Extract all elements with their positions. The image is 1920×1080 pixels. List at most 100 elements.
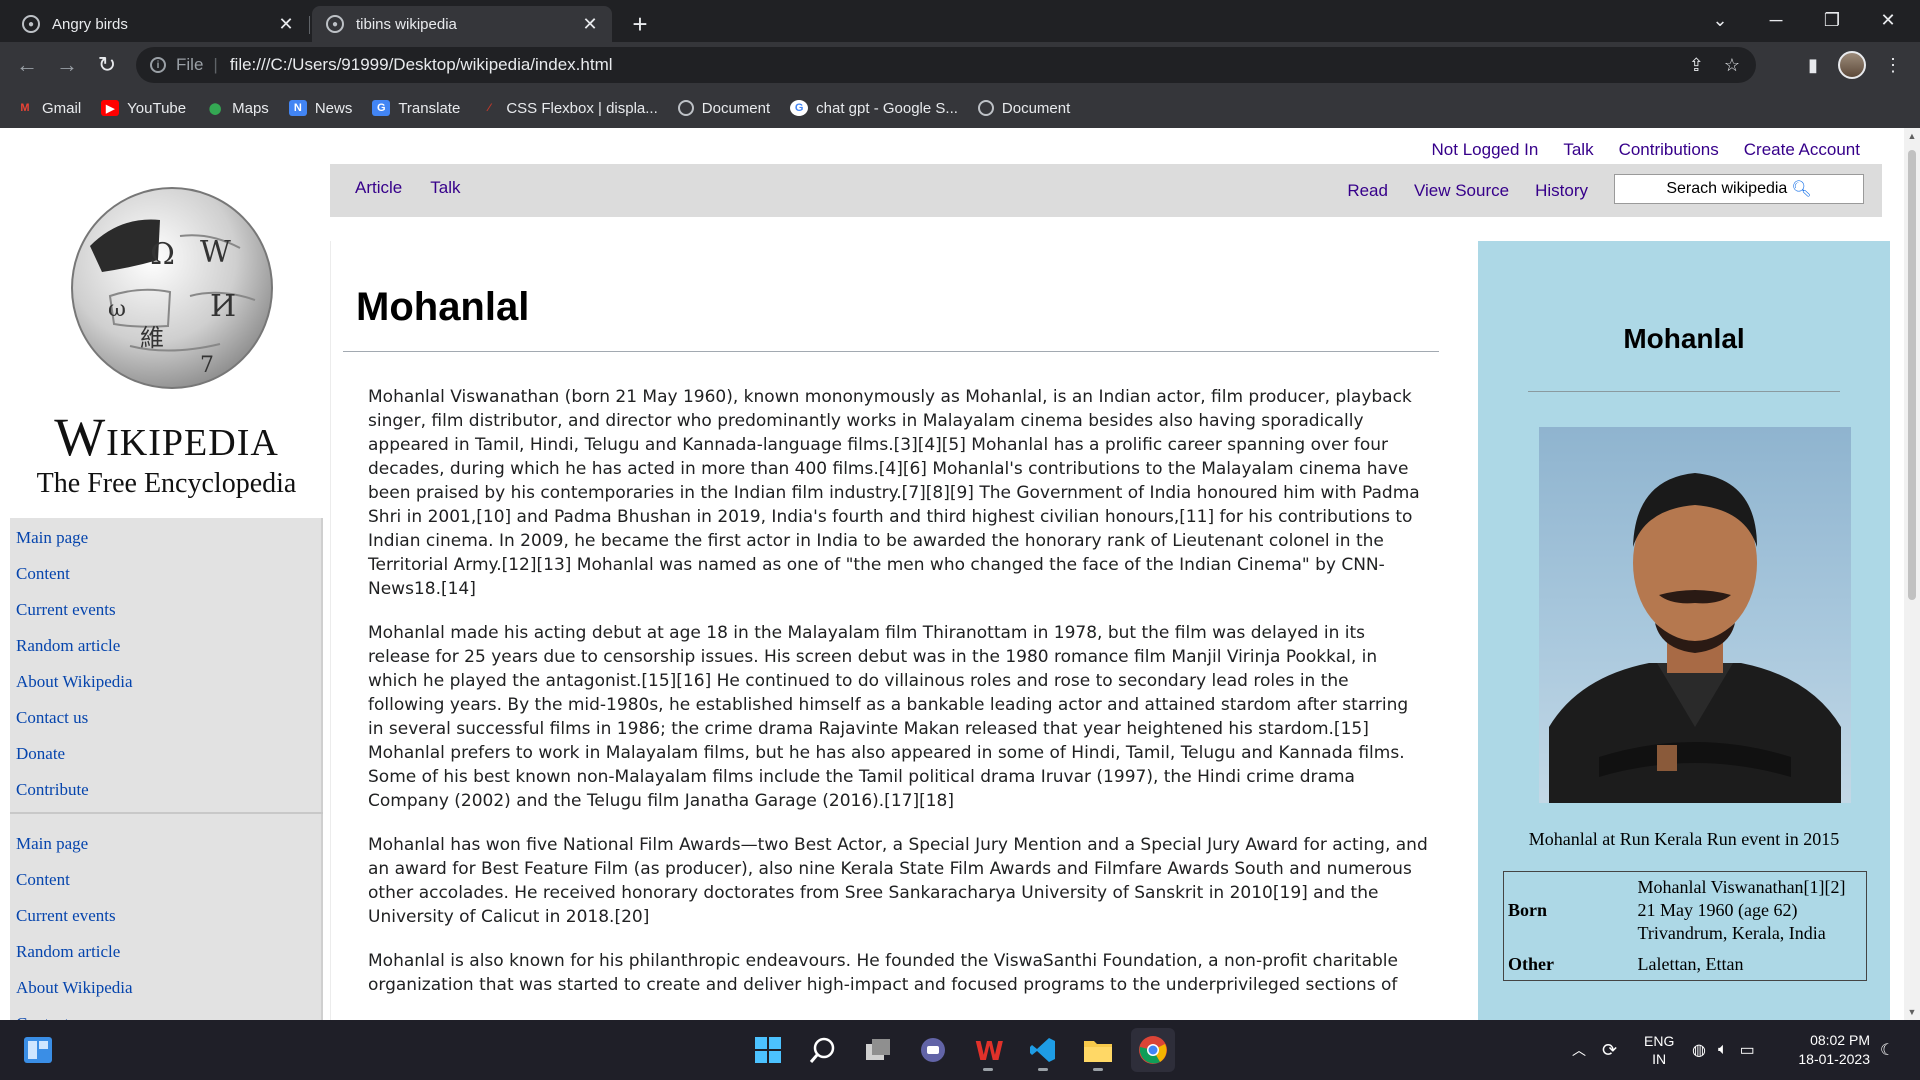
tab-article[interactable]: Article (355, 178, 402, 198)
bookmark-maps[interactable]: ⬤ Maps (206, 100, 269, 117)
globe-icon: ● (22, 15, 40, 33)
talk-link[interactable]: Talk (1563, 140, 1593, 160)
scrollbar-thumb[interactable] (1908, 150, 1916, 600)
reload-button[interactable]: ↻ (92, 50, 122, 80)
battery-icon: ▭ (1739, 1042, 1755, 1059)
profile-avatar[interactable] (1838, 51, 1866, 79)
css-icon: ⁄ (488, 102, 491, 114)
minimize-button[interactable]: ─ (1748, 0, 1804, 40)
sidebar-link-current-events[interactable]: Current events (16, 592, 316, 628)
task-view-icon[interactable] (856, 1028, 900, 1072)
bookmark-css-flexbox[interactable]: ⁄ CSS Flexbox | displa... (480, 100, 657, 117)
wps-office-icon[interactable]: W (966, 1028, 1010, 1072)
sidebar-link-donate[interactable]: Donate (16, 736, 316, 772)
menu-icon[interactable]: ⋮ (1878, 50, 1908, 80)
sidebar-nav-primary: Main page Content Current events Random … (16, 520, 316, 808)
address-bar[interactable]: i File | file:///C:/Users/91999/Desktop/… (136, 47, 1756, 83)
sidebar-link-contribute[interactable]: Contribute (16, 772, 316, 808)
infobox-value: Mohanlal Viswanathan[1][2] 21 May 1960 (… (1637, 877, 1846, 943)
infobox: Mohanlal Mohanlal at Run Kerala Run even… (1478, 241, 1890, 1020)
article-paragraph: Mohanlal has won five National Film Awar… (368, 835, 1428, 927)
sidebar-link-contact-us[interactable]: Contact us (16, 700, 316, 736)
infobox-title: Mohanlal (1623, 323, 1745, 354)
share-icon[interactable]: ⇪ (1689, 55, 1704, 76)
not-logged-in-link[interactable]: Not Logged In (1432, 140, 1539, 160)
show-hidden-icons[interactable]: ︿ (1572, 1020, 1586, 1080)
teams-chat-icon[interactable] (911, 1028, 955, 1072)
site-info-icon[interactable]: i (150, 57, 166, 73)
bookmark-document[interactable]: Document (977, 100, 1070, 117)
globe-icon (977, 100, 994, 116)
restore-button[interactable]: ❐ (1804, 0, 1860, 40)
bookmark-star-icon[interactable]: ☆ (1724, 55, 1740, 76)
logo[interactable]: Ω W И 維 7 ω Wikipedia The Free Encyclope… (10, 128, 323, 518)
contributions-link[interactable]: Contributions (1619, 140, 1719, 160)
side-panel-icon[interactable]: ▮ (1798, 50, 1828, 80)
bookmark-chat-gpt[interactable]: Gchat gpt - Google S... (790, 100, 958, 117)
title-divider (343, 351, 1439, 352)
tab-history[interactable]: History (1535, 181, 1588, 201)
scroll-up-icon[interactable]: ▲ (1904, 128, 1920, 144)
vscode-icon[interactable] (1021, 1028, 1065, 1072)
left-sidebar: Ω W И 維 7 ω Wikipedia The Free Encyclope… (10, 128, 323, 1020)
bookmark-document[interactable]: Document (677, 100, 770, 117)
scroll-down-icon[interactable]: ▼ (1904, 1004, 1920, 1020)
person-portrait (1549, 473, 1841, 803)
tab-read[interactable]: Read (1347, 181, 1388, 201)
sidebar-link-random-article[interactable]: Random article (16, 934, 316, 970)
infobox-value: Lalettan, Ettan (1637, 954, 1744, 974)
close-window-button[interactable]: ✕ (1860, 0, 1916, 40)
page-viewport: Ω W И 維 7 ω Wikipedia The Free Encyclope… (0, 128, 1904, 1020)
tab-strip: ● Angry birds ✕ ● tibins wikipedia ✕ + ⌄… (0, 0, 1920, 42)
article-paragraph: Mohanlal is also known for his philanthr… (368, 951, 1398, 995)
sidebar-link-main-page[interactable]: Main page (16, 520, 316, 556)
widgets-icon[interactable] (16, 1028, 60, 1072)
sidebar-link-content[interactable]: Content (16, 862, 316, 898)
bookmark-news[interactable]: N News (288, 100, 352, 117)
close-tab-icon[interactable]: ✕ (580, 14, 600, 35)
forward-button[interactable]: → (52, 50, 82, 80)
back-button[interactable]: ← (12, 50, 42, 80)
language-indicator[interactable]: ENG IN (1644, 1020, 1674, 1080)
svg-text:7: 7 (200, 353, 214, 378)
page-tabs-bar: Article Talk Read View Source History Se… (330, 164, 1882, 217)
article-content: Mohanlal Mohanlal Viswanathan (born 21 M… (330, 241, 1452, 1020)
browser-tab-tibins-wikipedia[interactable]: ● tibins wikipedia ✕ (312, 6, 612, 42)
tab-talk[interactable]: Talk (430, 178, 460, 198)
sidebar-link-contact-us[interactable]: Contact us (16, 1006, 316, 1020)
file-explorer-icon[interactable] (1076, 1028, 1120, 1072)
sidebar-link-random-article[interactable]: Random article (16, 628, 316, 664)
bookmarks-bar: M Gmail ▶ YouTube ⬤ Maps N News G Translate ⁄… (0, 88, 1920, 128)
sidebar-link-current-events[interactable]: Current events (16, 898, 316, 934)
bookmark-youtube[interactable]: ▶ YouTube (101, 100, 186, 117)
sync-icon[interactable]: ⟳ (1602, 1020, 1617, 1080)
system-tray[interactable]: ◍ 🔈︎ ▭ (1692, 1020, 1755, 1080)
search-input[interactable]: Serach wikipedia 🔍︎ (1614, 174, 1864, 204)
translate-icon: G (372, 100, 391, 116)
url-scheme: File (176, 55, 204, 74)
create-account-link[interactable]: Create Account (1744, 140, 1860, 160)
chrome-icon[interactable] (1131, 1028, 1175, 1072)
taskbar: W ︿ ⟳ ENG IN ◍ 🔈︎ ▭ 08:02 PM 18-01-2023 … (0, 1020, 1920, 1080)
tab-search-icon[interactable]: ⌄ (1692, 0, 1748, 40)
sidebar-link-about-wikipedia[interactable]: About Wikipedia (16, 970, 316, 1006)
new-tab-button[interactable]: + (624, 8, 656, 40)
windows-start-icon[interactable] (746, 1028, 790, 1072)
tab-view-source[interactable]: View Source (1414, 181, 1509, 201)
sidebar-link-main-page[interactable]: Main page (16, 826, 316, 862)
url-text[interactable]: file:///C:/Users/91999/Desktop/wikipedia… (230, 55, 613, 75)
search-icon[interactable] (801, 1028, 845, 1072)
close-tab-icon[interactable]: ✕ (276, 14, 296, 35)
clock[interactable]: 08:02 PM 18-01-2023 (1796, 1020, 1870, 1080)
notifications-icon[interactable]: ☾ (1880, 1020, 1894, 1080)
sidebar-link-about-wikipedia[interactable]: About Wikipedia (16, 664, 316, 700)
maps-icon: ⬤ (208, 102, 222, 115)
svg-text:W: W (200, 235, 231, 270)
region-label: IN (1652, 1051, 1667, 1067)
bookmark-gmail[interactable]: M Gmail (16, 100, 81, 117)
sidebar-link-content[interactable]: Content (16, 556, 316, 592)
browser-tab-angry-birds[interactable]: ● Angry birds ✕ (8, 6, 308, 42)
bookmark-translate[interactable]: G Translate (372, 100, 460, 117)
network-icon: ◍ (1692, 1042, 1706, 1059)
vertical-scrollbar[interactable]: ▲ ▼ (1904, 128, 1920, 1020)
